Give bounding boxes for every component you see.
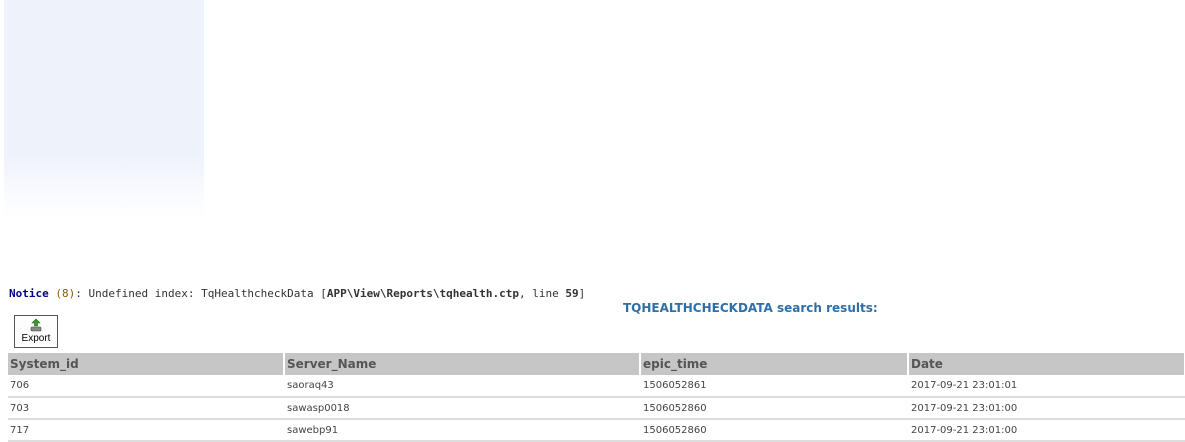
cell-server-name: sawebp91 <box>284 419 641 442</box>
cell-epic-time: 1506052860 <box>640 419 909 442</box>
column-header-date[interactable]: Date <box>908 353 1185 375</box>
notice-file: APP\View\Reports\tqhealth.ctp <box>326 287 519 300</box>
cell-epic-time: 1506052860 <box>640 397 909 420</box>
php-notice: Notice (8): Undefined index: TqHealthche… <box>9 287 585 300</box>
column-header-system-id[interactable]: System_id <box>8 353 285 375</box>
table-header-row: System_id Server_Name epic_time Date <box>8 353 1185 375</box>
table-row: 706 saoraq43 1506052861 2017-09-21 23:01… <box>8 375 1185 398</box>
table-row: 717 sawebp91 1506052860 2017-09-21 23:01… <box>8 419 1185 442</box>
notice-message: : Undefined index: TqHealthcheckData [ <box>75 287 327 300</box>
column-header-epic-time[interactable]: epic_time <box>640 353 909 375</box>
notice-close: ] <box>578 287 586 300</box>
cell-system-id: 717 <box>8 419 285 442</box>
left-sidebar-panel <box>4 0 204 218</box>
notice-line-label: , line <box>518 287 566 300</box>
cell-date: 2017-09-21 23:01:00 <box>908 397 1185 420</box>
results-table: System_id Server_Name epic_time Date 706… <box>8 353 1185 442</box>
column-header-server-name[interactable]: Server_Name <box>284 353 641 375</box>
notice-code: (8) <box>55 287 76 300</box>
cell-epic-time: 1506052861 <box>640 375 909 398</box>
notice-level: Notice <box>9 287 49 300</box>
cell-date: 2017-09-21 23:01:01 <box>908 375 1185 398</box>
cell-date: 2017-09-21 23:01:00 <box>908 419 1185 442</box>
cell-server-name: sawasp0018 <box>284 397 641 420</box>
cell-server-name: saoraq43 <box>284 375 641 398</box>
cell-system-id: 706 <box>8 375 285 398</box>
notice-line: 59 <box>565 287 579 300</box>
cell-system-id: 703 <box>8 397 285 420</box>
export-label: Export <box>21 333 51 344</box>
results-title: TQHEALTHCHECKDATA search results: <box>623 301 878 315</box>
export-button[interactable]: Export <box>14 315 58 348</box>
export-icon <box>30 318 42 332</box>
table-row: 703 sawasp0018 1506052860 2017-09-21 23:… <box>8 397 1185 420</box>
